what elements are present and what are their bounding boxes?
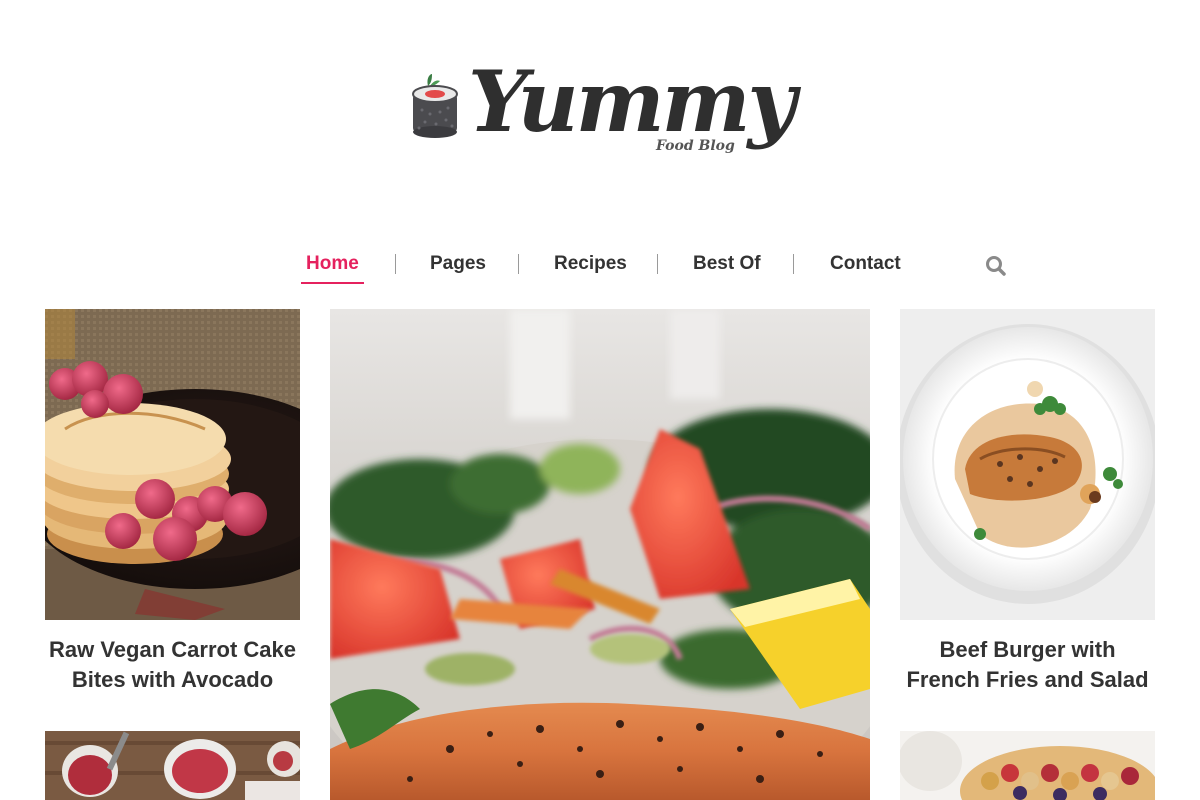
sushi-roll-icon: [412, 74, 458, 138]
nav-divider: [518, 254, 519, 274]
nav-item-recipes[interactable]: Recipes: [554, 252, 627, 284]
nav-item-label: Recipes: [554, 253, 627, 274]
post-card: Raw Vegan Carrot Cake Bites with Avocado: [45, 309, 300, 709]
search-icon: [986, 256, 1006, 276]
nav-item-label: Contact: [830, 253, 901, 274]
post-card: [45, 731, 300, 800]
active-indicator: [301, 282, 364, 284]
nav-divider: [657, 254, 658, 274]
nav-divider: [395, 254, 396, 274]
nav-item-label: Best Of: [693, 253, 761, 274]
post-title-line: Raw Vegan Carrot Cake: [49, 637, 296, 662]
post-title-line: Bites with Avocado: [71, 667, 274, 692]
post-title-raw-vegan[interactable]: Raw Vegan Carrot Cake Bites with Avocado: [45, 635, 300, 695]
post-title-beef-burger[interactable]: Beef Burger with French Fries and Salad: [900, 635, 1155, 695]
nav-divider: [793, 254, 794, 274]
post-image-jam[interactable]: [45, 731, 300, 800]
main-navigation: Home Pages Recipes Best Of Contact: [0, 252, 1200, 288]
post-card: [900, 731, 1155, 800]
nav-item-best-of[interactable]: Best Of: [693, 252, 761, 284]
post-title-line: French Fries and Salad: [906, 667, 1149, 692]
featured-post-image-salmon[interactable]: [330, 309, 870, 800]
nav-item-home[interactable]: Home: [301, 252, 364, 284]
site-tagline: Food Blog: [656, 138, 735, 154]
nav-item-contact[interactable]: Contact: [830, 252, 901, 284]
post-image-plated-dish[interactable]: [900, 309, 1155, 620]
post-image-berry-tart[interactable]: [900, 731, 1155, 800]
featured-post-card: [330, 309, 870, 800]
site-title: Yummy: [468, 52, 796, 151]
post-title-line: Beef Burger with: [939, 637, 1116, 662]
nav-item-label: Pages: [430, 253, 486, 274]
site-logo[interactable]: Yummy Food Blog: [408, 52, 808, 160]
nav-item-pages[interactable]: Pages: [430, 252, 486, 284]
nav-item-label: Home: [306, 253, 359, 274]
post-card: Beef Burger with French Fries and Salad: [900, 309, 1155, 709]
search-button[interactable]: [984, 254, 1008, 278]
post-image-pancakes[interactable]: [45, 309, 300, 620]
